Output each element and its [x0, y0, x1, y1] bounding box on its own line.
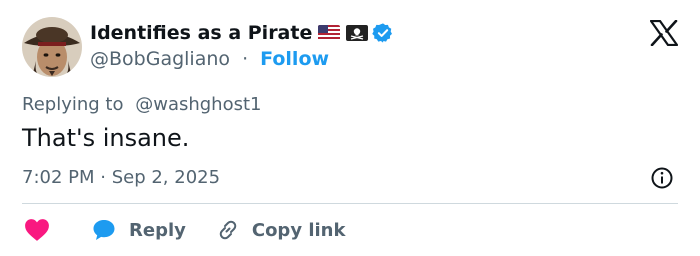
- replying-to-prefix: Replying to: [22, 94, 124, 115]
- tweet-embed-card: Identifies as a Pirate @BobGagliano · Fo…: [0, 0, 700, 256]
- author-handle[interactable]: @BobGagliano: [90, 48, 230, 70]
- follow-button[interactable]: Follow: [260, 48, 329, 70]
- tweet-timestamp[interactable]: 7:02 PM · Sep 2, 2025: [22, 167, 220, 188]
- x-logo-icon[interactable]: [650, 20, 678, 46]
- link-icon: [216, 218, 240, 242]
- copy-link-button[interactable]: Copy link: [216, 218, 346, 242]
- jolly-roger-flag-icon: [346, 25, 369, 41]
- display-name[interactable]: Identifies as a Pirate: [90, 22, 312, 44]
- copy-link-label: Copy link: [251, 219, 346, 241]
- reply-button[interactable]: Reply: [92, 218, 186, 242]
- speech-bubble-icon: [92, 218, 116, 242]
- reply-label: Reply: [129, 219, 186, 241]
- avatar[interactable]: [22, 17, 82, 77]
- handle-row: @BobGagliano · Follow: [90, 48, 329, 70]
- separator-dot: ·: [242, 48, 249, 70]
- info-icon[interactable]: [650, 166, 674, 190]
- replying-to: Replying to @washghost1: [22, 94, 262, 115]
- like-button[interactable]: [24, 218, 50, 242]
- action-bar: Reply Copy link: [24, 216, 345, 244]
- reply-mention-link[interactable]: @washghost1: [135, 94, 261, 115]
- author-name-row: Identifies as a Pirate: [90, 20, 394, 46]
- verified-badge-icon[interactable]: [372, 22, 394, 44]
- heart-icon: [24, 218, 50, 242]
- divider: [22, 203, 678, 204]
- us-flag-icon: [318, 25, 341, 41]
- tweet-text: That's insane.: [22, 124, 190, 152]
